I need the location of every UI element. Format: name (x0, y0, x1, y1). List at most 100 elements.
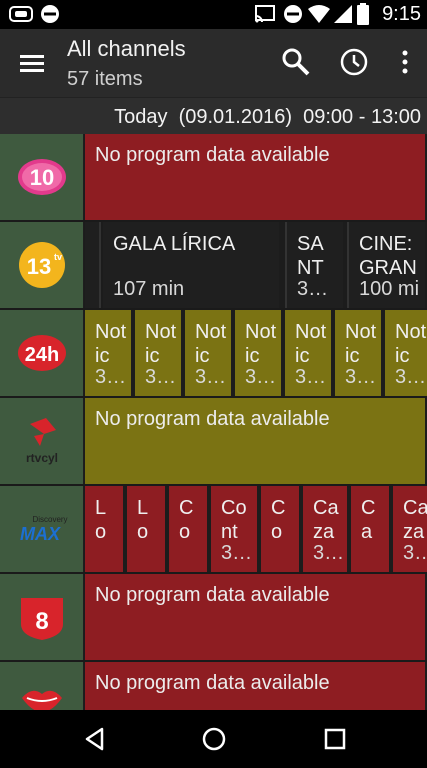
program-duration: 3… (95, 366, 127, 388)
program-cell[interactable]: Notic 3… (385, 310, 427, 396)
program-duration: 3… (403, 542, 427, 564)
no-data-label: No program data available (95, 584, 330, 606)
channel-logo-rtvcyl[interactable]: rtvcyl (0, 398, 84, 484)
lips-logo-icon (22, 690, 62, 710)
program-title: Notic (195, 321, 227, 367)
home-icon[interactable] (197, 722, 231, 756)
do-not-disturb-icon (284, 5, 302, 23)
program-cell[interactable]: Notic 3… (235, 310, 283, 396)
program-cell[interactable]: Co (261, 486, 301, 572)
program-duration: 3… (313, 542, 345, 564)
signal-icon (334, 5, 352, 23)
search-icon[interactable] (279, 45, 313, 79)
status-bar: 9:15 (0, 0, 427, 29)
channel-discovery-max-logo-icon: Discovery MAX (20, 515, 68, 544)
back-icon[interactable] (78, 722, 112, 756)
program-title: SANT (297, 233, 324, 279)
channel-logo-10[interactable]: 10 (0, 134, 84, 220)
program-duration: 3… (295, 366, 327, 388)
svg-text:10: 10 (30, 165, 54, 190)
program-title: Notic (245, 321, 277, 367)
svg-text:Discovery: Discovery (32, 515, 67, 524)
svg-text:8: 8 (35, 608, 48, 635)
channel-13tv-logo-icon: 13 tv (19, 242, 65, 288)
program-duration: 3… (195, 366, 227, 388)
program-cell[interactable]: Cont 3… (211, 486, 259, 572)
program-cell[interactable]: No program data available (85, 398, 427, 484)
channel-logo-24h[interactable]: 24h (0, 310, 84, 396)
epg-grid[interactable]: 10 No program data available 13 tv GALA … (0, 134, 427, 710)
recents-icon[interactable] (318, 722, 352, 756)
channel-row: 13 tv GALA LÍRICA 107 min SANT 3… CINE: … (0, 222, 427, 308)
no-data-label: No program data available (95, 672, 330, 694)
no-data-label: No program data available (95, 144, 330, 166)
program-cell[interactable]: Notic 3… (135, 310, 183, 396)
program-cell[interactable]: Notic 3… (85, 310, 133, 396)
menu-icon[interactable] (14, 47, 50, 79)
program-cell[interactable]: Notic 3… (285, 310, 333, 396)
item-count: 57 items (67, 68, 143, 90)
channel-rtvcyl-logo-icon: rtvcyl (26, 418, 58, 465)
more-vert-icon[interactable] (388, 45, 422, 79)
program-cell[interactable]: No program data available (85, 662, 427, 710)
program-cell[interactable]: Caza 3… (393, 486, 427, 572)
system-nav-bar (0, 710, 427, 768)
program-duration: 3… (297, 278, 329, 300)
program-duration: 107 min (113, 278, 185, 300)
channel-row: No program data available (0, 662, 427, 710)
program-cell[interactable]: SANT 3… (285, 222, 345, 308)
nfc-icon (9, 6, 33, 22)
history-icon[interactable] (337, 45, 371, 79)
program-title: Caza (313, 497, 339, 543)
channel-row: 10 No program data available (0, 134, 427, 220)
channel-24h-logo-icon: 24h (18, 335, 66, 371)
program-title: Notic (345, 321, 377, 367)
program-cell[interactable]: Co (169, 486, 209, 572)
program-duration: 3… (395, 366, 425, 388)
cast-icon (255, 5, 275, 23)
channel-row: 8 No program data available (0, 574, 427, 660)
program-title: Notic (395, 321, 427, 367)
program-title: Notic (95, 321, 127, 367)
program-title: Caza (403, 497, 427, 543)
do-not-disturb-icon (41, 5, 59, 23)
program-title: Lo (137, 497, 149, 543)
program-cell[interactable]: GALA LÍRICA 107 min (103, 222, 281, 308)
app-bar: All channels 57 items (0, 29, 427, 97)
program-cell[interactable]: Lo (85, 486, 125, 572)
channel-logo-13tv[interactable]: 13 tv (0, 222, 84, 308)
program-duration: 3… (345, 366, 377, 388)
channel-logo-lips[interactable] (0, 662, 84, 710)
program-title: Lo (95, 497, 107, 543)
svg-text:24h: 24h (25, 344, 59, 366)
program-cell[interactable]: Notic 3… (185, 310, 233, 396)
program-cell[interactable]: Caza 3… (303, 486, 349, 572)
svg-text:13: 13 (27, 254, 51, 279)
wifi-icon (308, 5, 330, 23)
program-title: Co (271, 497, 286, 543)
program-title: CINE: GRAN (359, 233, 417, 279)
program-title: Notic (295, 321, 327, 367)
program-duration: 3… (221, 542, 253, 564)
program-title: Cont (221, 497, 247, 543)
channel-row: 24h Notic 3… Notic 3… Notic 3… Notic 3… … (0, 310, 427, 396)
channel-row: Discovery MAX Lo Lo Co Cont 3… Co Caza 3… (0, 486, 427, 572)
program-cell[interactable]: Ca (351, 486, 391, 572)
channel-8-logo-icon: 8 (21, 598, 63, 640)
svg-text:tv: tv (54, 252, 62, 262)
program-cell[interactable]: Notic 3… (335, 310, 383, 396)
page-title: All channels (67, 36, 186, 61)
battery-icon (357, 3, 369, 25)
program-cell[interactable]: No program data available (85, 134, 427, 220)
program-title: Notic (145, 321, 177, 367)
channel-10-logo-icon: 10 (18, 159, 66, 195)
program-title: Co (179, 497, 194, 543)
program-cell[interactable] (85, 222, 101, 308)
program-duration: 100 mi (359, 278, 420, 300)
channel-logo-8[interactable]: 8 (0, 574, 84, 660)
program-cell[interactable]: Lo (127, 486, 167, 572)
program-cell[interactable]: No program data available (85, 574, 427, 660)
channel-logo-discovery-max[interactable]: Discovery MAX (0, 486, 84, 572)
no-data-label: No program data available (95, 408, 330, 430)
program-cell[interactable]: CINE: GRAN 100 mi (347, 222, 427, 308)
